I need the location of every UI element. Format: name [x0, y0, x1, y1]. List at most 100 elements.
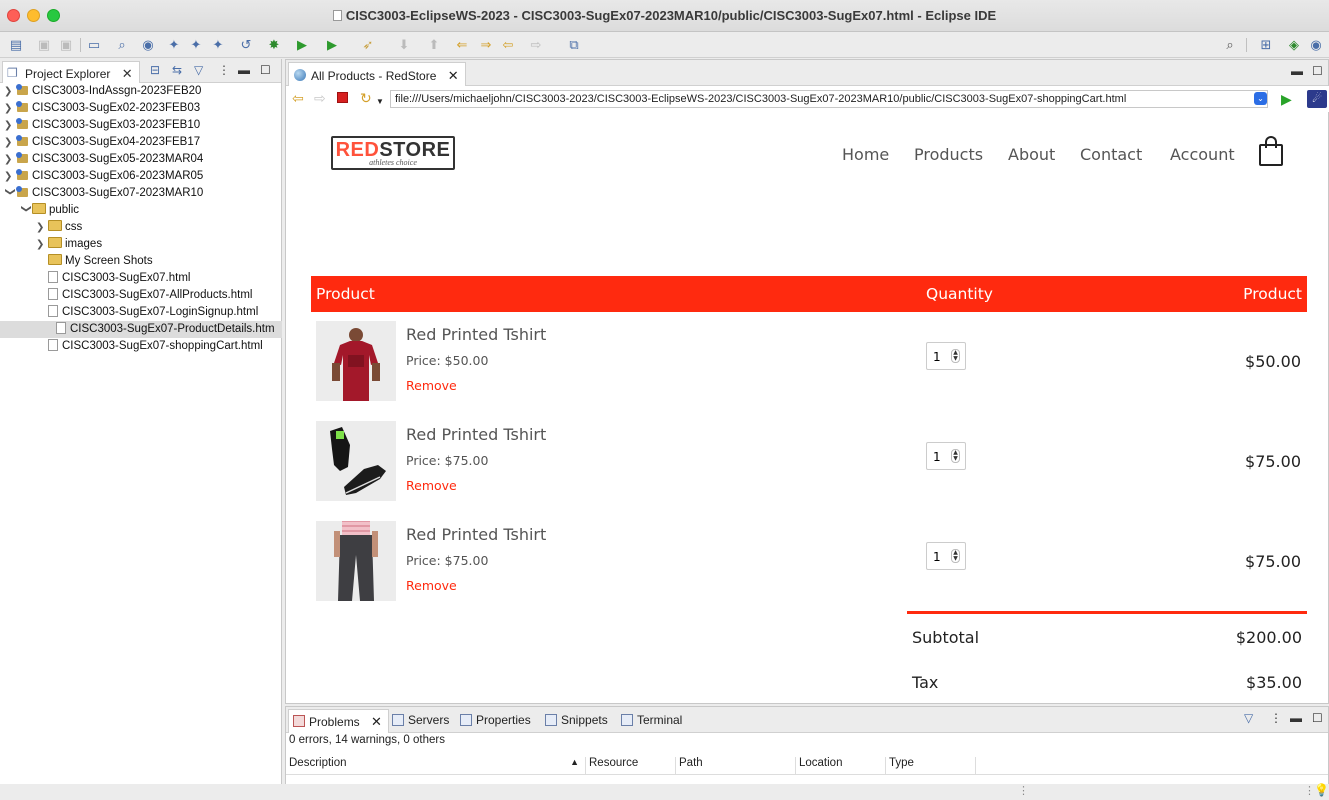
tree-project-row[interactable]: ❯ CISC3003-SugEx03-2023FEB10	[4, 117, 200, 134]
minimize-icon[interactable]: ▬	[1291, 64, 1303, 78]
column-resource[interactable]: Resource	[586, 757, 676, 775]
nav-home[interactable]: Home	[842, 145, 889, 164]
product-name[interactable]: Red Printed Tshirt	[406, 525, 546, 544]
remove-link[interactable]: Remove	[406, 378, 457, 393]
chevron-down-icon[interactable]: ❯	[18, 205, 35, 217]
url-dropdown-icon[interactable]: ⌄	[1254, 92, 1267, 105]
tab-properties[interactable]: Properties	[460, 713, 531, 727]
open-perspective-icon[interactable]: ⊞	[1258, 37, 1274, 53]
tree-folder-row[interactable]: ❯ images	[36, 236, 102, 253]
filter-icon[interactable]: ▽	[1244, 711, 1253, 725]
shopping-bag-icon[interactable]	[1259, 136, 1283, 166]
view-menu-icon[interactable]: ⋮	[1270, 711, 1282, 725]
link-editor-icon[interactable]: ⇆	[172, 63, 182, 77]
tree-project-row[interactable]: ❯ CISC3003-SugEx02-2023FEB03	[4, 100, 200, 117]
save-all-icon[interactable]: ▣	[58, 37, 74, 53]
nav-products[interactable]: Products	[914, 145, 983, 164]
stop-icon[interactable]	[337, 92, 348, 103]
chevron-down-icon[interactable]: ▼	[376, 95, 384, 109]
minimize-icon[interactable]: ▬	[238, 63, 250, 77]
quantity-stepper[interactable]: 1 ▲ ▼	[926, 542, 966, 570]
tree-file-row-selected[interactable]: CISC3003-SugEx07-ProductDetails.htm	[0, 321, 282, 338]
terminal-icon[interactable]: ▭	[86, 37, 102, 53]
maximize-icon[interactable]: ☐	[260, 63, 271, 77]
tree-project-row[interactable]: ❯ CISC3003-SugEx07-2023MAR10	[4, 185, 203, 202]
chevron-right-icon[interactable]: ❯	[4, 100, 16, 117]
nav-about[interactable]: About	[1008, 145, 1055, 164]
chevron-right-icon[interactable]: ❯	[4, 168, 16, 185]
tree-folder-row[interactable]: ❯ public	[20, 202, 79, 219]
java-perspective-icon[interactable]: ◈	[1286, 37, 1302, 53]
minimize-icon[interactable]: ▬	[1290, 711, 1302, 725]
chevron-right-icon[interactable]: ❯	[4, 83, 16, 100]
close-icon[interactable]: ✕	[448, 68, 459, 83]
open-type-icon[interactable]: ↺	[238, 37, 254, 53]
last-edit-icon[interactable]: ⬆	[426, 37, 442, 53]
column-location[interactable]: Location	[796, 757, 886, 775]
browser-menu-icon[interactable]: ☄	[1307, 90, 1327, 108]
new-class-icon[interactable]: ✦	[210, 37, 226, 53]
debug-icon[interactable]: ✸	[266, 37, 282, 53]
tree-project-row[interactable]: ❯ CISC3003-SugEx05-2023MAR04	[4, 151, 203, 168]
search-tool-icon[interactable]: ⌕	[114, 37, 130, 53]
tree-file-row[interactable]: CISC3003-SugEx07-LoginSignup.html	[48, 304, 258, 321]
tree-project-row[interactable]: ❯ CISC3003-SugEx04-2023FEB17	[4, 134, 200, 151]
next-annotation-icon[interactable]: ➶	[360, 37, 376, 53]
close-icon[interactable]: ✕	[122, 66, 133, 81]
search-icon[interactable]: ⌕	[1222, 37, 1238, 53]
remove-link[interactable]: Remove	[406, 578, 457, 593]
tab-project-explorer[interactable]: ❐ Project Explorer ✕	[2, 61, 140, 83]
column-type[interactable]: Type	[886, 757, 976, 775]
prev-annotation-icon[interactable]: ⬇	[396, 37, 412, 53]
product-name[interactable]: Red Printed Tshirt	[406, 425, 546, 444]
tab-terminal[interactable]: Terminal	[621, 713, 682, 727]
nav-account[interactable]: Account	[1170, 145, 1235, 164]
remove-link[interactable]: Remove	[406, 478, 457, 493]
maximize-icon[interactable]: ☐	[1312, 711, 1323, 725]
chevron-right-icon[interactable]: ❯	[36, 236, 48, 253]
forward-icon[interactable]: ⇒	[478, 37, 494, 53]
column-path[interactable]: Path	[676, 757, 796, 775]
tree-project-row[interactable]: ❯ CISC3003-SugEx06-2023MAR05	[4, 168, 203, 185]
close-icon[interactable]: ✕	[371, 714, 382, 729]
back-icon[interactable]: ⇦	[292, 91, 304, 105]
chevron-right-icon[interactable]: ❯	[36, 219, 48, 236]
tree-file-row[interactable]: CISC3003-SugEx07-shoppingCart.html	[48, 338, 263, 355]
tab-snippets[interactable]: Snippets	[545, 713, 608, 727]
tip-lightbulb-icon[interactable]: 💡	[1314, 783, 1329, 797]
new-package-icon[interactable]: ✦	[188, 37, 204, 53]
tree-file-row[interactable]: CISC3003-SugEx07-AllProducts.html	[48, 287, 252, 304]
quantity-stepper[interactable]: 1 ▲ ▼	[926, 442, 966, 470]
chevron-right-icon[interactable]: ❯	[4, 151, 16, 168]
refresh-icon[interactable]: ↻	[360, 91, 372, 105]
redstore-logo[interactable]: REDSTORE athletes choice	[331, 136, 455, 170]
back-icon[interactable]: ⇐	[454, 37, 470, 53]
tab-all-products[interactable]: All Products - RedStore ✕	[288, 62, 466, 86]
quantity-stepper[interactable]: 1 ▲ ▼	[926, 342, 966, 370]
run-icon[interactable]: ▶	[294, 37, 310, 53]
view-menu-icon[interactable]: ⋮	[218, 63, 230, 77]
forward-history-icon[interactable]: ⇨	[528, 37, 544, 53]
maximize-icon[interactable]: ☐	[1312, 64, 1323, 78]
save-icon[interactable]: ▣	[36, 37, 52, 53]
new-file-icon[interactable]: ▤	[8, 37, 24, 53]
web-browser-icon[interactable]: ◉	[140, 37, 156, 53]
pin-editor-icon[interactable]: ⧉	[566, 37, 582, 53]
forward-icon[interactable]: ⇨	[314, 91, 326, 105]
web-perspective-icon[interactable]: ◉	[1308, 37, 1324, 53]
product-name[interactable]: Red Printed Tshirt	[406, 325, 546, 344]
new-project-icon[interactable]: ✦	[166, 37, 182, 53]
spinner-icon[interactable]: ▲ ▼	[951, 349, 960, 363]
collapse-all-icon[interactable]: ⊟	[150, 63, 160, 77]
spinner-icon[interactable]: ▲ ▼	[951, 549, 960, 563]
tree-project-row[interactable]: ❯ CISC3003-IndAssgn-2023FEB20	[4, 83, 201, 100]
tab-servers[interactable]: Servers	[392, 713, 449, 727]
tree-file-row[interactable]: CISC3003-SugEx07.html	[48, 270, 190, 287]
tab-problems[interactable]: Problems ✕	[288, 709, 389, 733]
chevron-right-icon[interactable]: ❯	[4, 134, 16, 151]
chevron-right-icon[interactable]: ❯	[4, 117, 16, 134]
filter-icon[interactable]: ▽	[194, 63, 203, 77]
tree-folder-row[interactable]: ❯ css	[36, 219, 82, 236]
tree-folder-row[interactable]: My Screen Shots	[48, 253, 153, 270]
back-history-icon[interactable]: ⇦	[500, 37, 516, 53]
